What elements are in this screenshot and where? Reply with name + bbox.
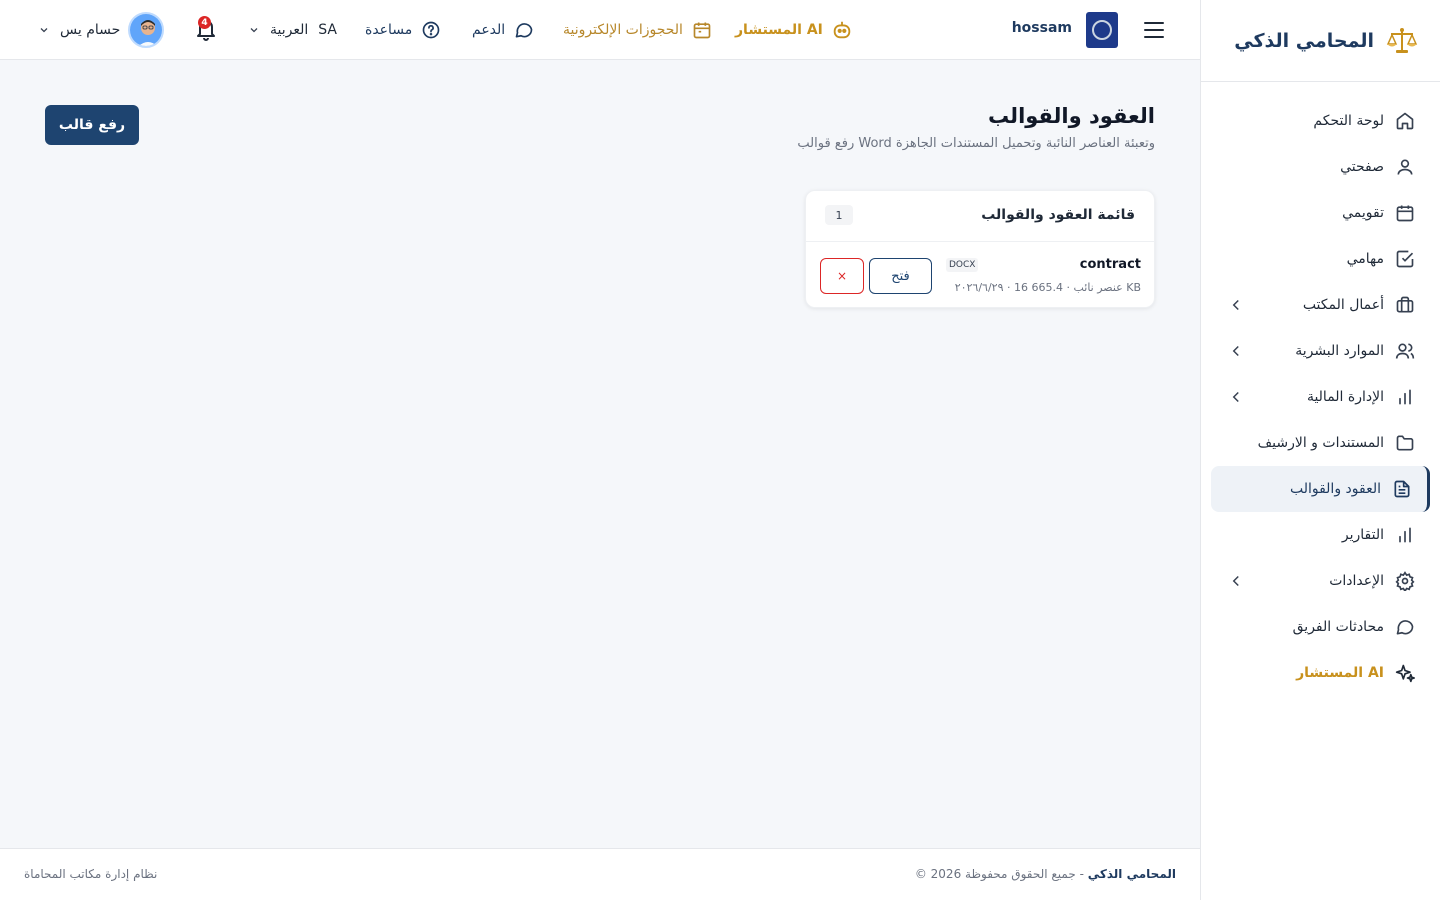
- sparkles-icon: [1394, 662, 1416, 684]
- office-username: hossam: [1011, 20, 1072, 36]
- footer: © 2026 المحامي الذكي - جميع الحقوق محفوظ…: [0, 848, 1200, 900]
- page-title: العقود والقوالب: [987, 104, 1155, 128]
- bookings-label: الحجوزات الإلكترونية: [563, 22, 683, 38]
- home-icon: [1394, 110, 1416, 132]
- sidebar-item-reports[interactable]: التقارير: [1201, 512, 1440, 558]
- page-subtitle: رفع قوالب Word وتعبئة العناصر النائبة وت…: [797, 136, 1155, 151]
- calendar-icon: [691, 19, 713, 41]
- sidebar-item-label: الموارد البشرية: [1295, 343, 1384, 359]
- card-header: قائمة العقود والقوالب 1: [806, 191, 1154, 242]
- gear-icon: [1394, 570, 1416, 592]
- ai-advisor-label: المستشار AI: [735, 22, 823, 38]
- sidebar-nav: لوحة التحكم صفحتي تقويمي مهامي أعمال الم…: [1201, 82, 1440, 696]
- open-button[interactable]: فتح: [869, 258, 932, 294]
- office-logo: [1086, 12, 1118, 48]
- calendar-icon: [1394, 202, 1416, 224]
- sidebar-item-label: الإدارة المالية: [1306, 389, 1384, 405]
- scales-of-justice-icon: [1386, 26, 1418, 56]
- sidebar-item-finance[interactable]: الإدارة المالية: [1201, 374, 1440, 420]
- templates-card: قائمة العقود والقوالب 1 contract DOCX ٢٠…: [805, 190, 1155, 308]
- notification-badge: 4: [198, 16, 211, 29]
- sidebar-item-calendar[interactable]: تقويمي: [1201, 190, 1440, 236]
- sidebar-item-label: أعمال المكتب: [1302, 297, 1384, 313]
- template-meta: ٢٠٢٦/٦/٢٩ · 16 عنصر نائب · 665.4 KB: [954, 281, 1141, 294]
- language-selector[interactable]: العربية SA: [248, 18, 337, 42]
- sidebar-item-label: الإعدادات: [1329, 573, 1384, 589]
- sidebar-item-team-chat[interactable]: محادثات الفريق: [1201, 604, 1440, 650]
- sidebar-brand[interactable]: المحامي الذكي: [1201, 0, 1440, 82]
- briefcase-icon: [1394, 294, 1416, 316]
- sidebar-item-contracts[interactable]: العقود والقوالب: [1211, 466, 1430, 512]
- top-header: hossam المستشار AI الحجوزات الإلكترونية …: [0, 0, 1200, 60]
- chat-bubble-icon: [513, 19, 535, 41]
- user-icon: [1394, 156, 1416, 178]
- header-support-link[interactable]: الدعم: [472, 16, 535, 44]
- sidebar-item-dashboard[interactable]: لوحة التحكم: [1201, 98, 1440, 144]
- copyright-prefix: © 2026: [914, 867, 962, 881]
- sidebar-item-label: تقويمي: [1342, 205, 1384, 221]
- sidebar-item-tasks[interactable]: مهامي: [1201, 236, 1440, 282]
- chevron-left-icon: [1227, 342, 1245, 360]
- profile-menu[interactable]: حسام يس: [38, 18, 120, 42]
- sidebar: المحامي الذكي لوحة التحكم صفحتي تقويمي م…: [1200, 0, 1440, 900]
- card-title: قائمة العقود والقوالب: [981, 207, 1135, 223]
- file-text-icon: [1391, 478, 1413, 500]
- upload-template-button[interactable]: رفع قالب: [45, 105, 139, 145]
- count-badge: 1: [825, 205, 853, 225]
- chevron-left-icon: [1227, 572, 1245, 590]
- sidebar-item-label: المستشار AI: [1296, 665, 1384, 681]
- chevron-down-icon: [38, 24, 50, 36]
- language-label: العربية: [270, 22, 309, 38]
- file-type-badge: DOCX: [946, 258, 979, 272]
- sidebar-item-documents[interactable]: المستندات و الارشيف: [1201, 420, 1440, 466]
- chat-bubble-icon: [1394, 616, 1416, 638]
- copyright-brand: المحامي الذكي: [1087, 867, 1176, 881]
- sidebar-item-label: لوحة التحكم: [1313, 113, 1384, 129]
- help-label: مساعدة: [365, 22, 413, 38]
- bar-chart-icon: [1394, 524, 1416, 546]
- chevron-left-icon: [1227, 388, 1245, 406]
- header-help-link[interactable]: مساعدة: [365, 16, 442, 44]
- sidebar-item-label: صفحتي: [1340, 159, 1384, 175]
- sidebar-item-label: العقود والقوالب: [1289, 481, 1381, 497]
- sidebar-item-label: المستندات و الارشيف: [1257, 435, 1384, 451]
- users-icon: [1394, 340, 1416, 362]
- sidebar-item-ai-advisor[interactable]: المستشار AI: [1201, 650, 1440, 696]
- sidebar-item-label: التقارير: [1341, 527, 1384, 543]
- copyright-suffix: - جميع الحقوق محفوظة: [965, 867, 1084, 881]
- language-code: SA: [318, 22, 337, 38]
- sidebar-item-label: مهامي: [1346, 251, 1384, 267]
- template-name: contract: [1079, 257, 1141, 272]
- header-ai-advisor-link[interactable]: المستشار AI: [735, 16, 853, 44]
- chevron-down-icon: [248, 24, 260, 36]
- brand-name: المحامي الذكي: [1234, 29, 1374, 52]
- robot-icon: [831, 19, 853, 41]
- avatar[interactable]: [128, 12, 164, 48]
- sidebar-item-label: محادثات الفريق: [1292, 619, 1384, 635]
- delete-button[interactable]: ×: [820, 258, 864, 294]
- sidebar-item-settings[interactable]: الإعدادات: [1201, 558, 1440, 604]
- header-bookings-link[interactable]: الحجوزات الإلكترونية: [563, 16, 713, 44]
- menu-icon[interactable]: [1141, 18, 1167, 42]
- chevron-left-icon: [1227, 296, 1245, 314]
- system-name: نظام إدارة مكاتب المحاماة: [24, 867, 158, 881]
- copyright: © 2026 المحامي الذكي - جميع الحقوق محفوظ…: [915, 867, 1176, 881]
- sidebar-item-hr[interactable]: الموارد البشرية: [1201, 328, 1440, 374]
- bar-chart-icon: [1394, 386, 1416, 408]
- folder-icon: [1394, 432, 1416, 454]
- profile-name: حسام يس: [60, 22, 121, 38]
- sidebar-item-my-page[interactable]: صفحتي: [1201, 144, 1440, 190]
- support-label: الدعم: [472, 22, 506, 38]
- question-circle-icon: [420, 19, 442, 41]
- sidebar-item-office-work[interactable]: أعمال المكتب: [1201, 282, 1440, 328]
- check-square-icon: [1394, 248, 1416, 270]
